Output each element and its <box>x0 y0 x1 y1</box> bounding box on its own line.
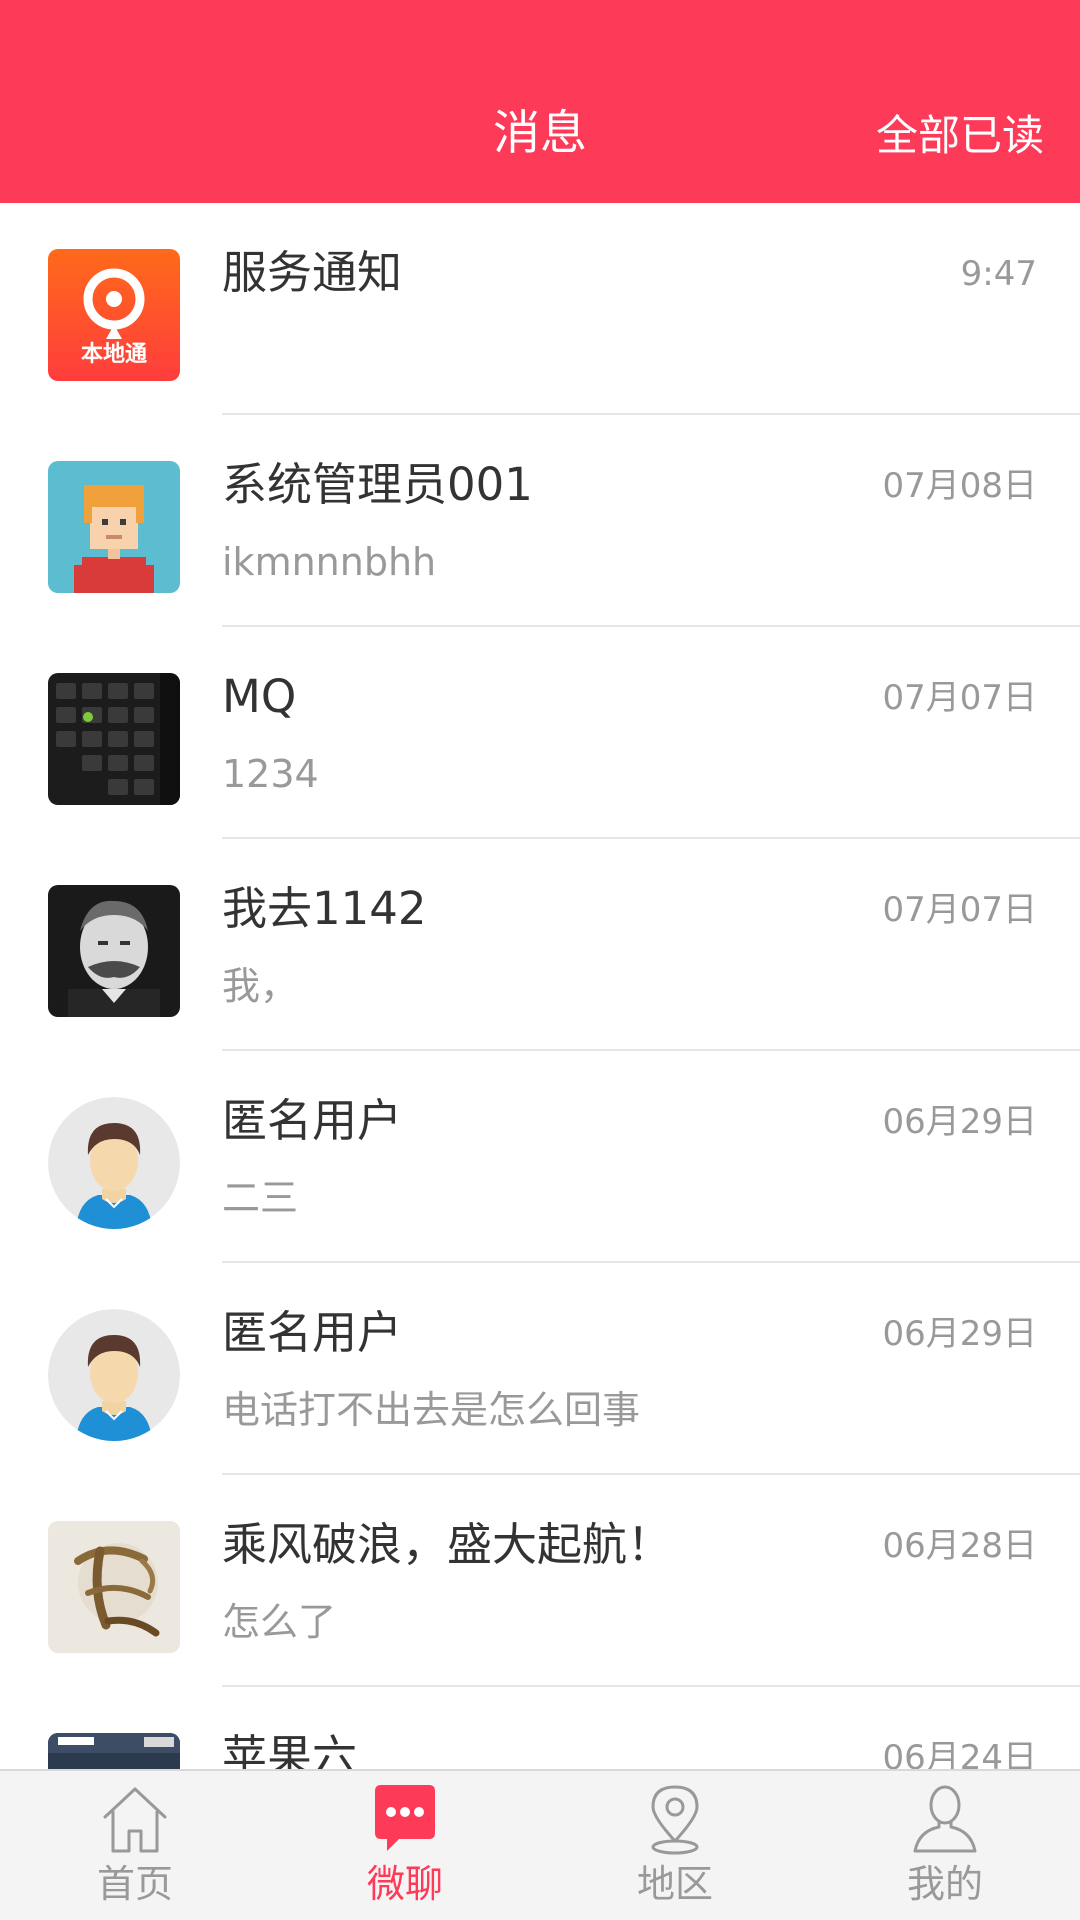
default-user-avatar <box>48 1097 180 1229</box>
tab-region[interactable]: 地区 <box>540 1771 810 1920</box>
conversation-item-calligraphy[interactable]: 乘风破浪，盛大起航！ 06月28日 怎么了 <box>0 1475 1080 1687</box>
conversation-time: 07月08日 <box>882 466 1037 506</box>
magazine-photo-avatar <box>48 1733 180 1769</box>
conversation-name: 我去1142 <box>222 882 427 935</box>
app-logo-avatar: 本地通 <box>48 249 180 381</box>
conversation-item-mq[interactable]: MQ 07月07日 1234 <box>0 627 1080 839</box>
chat-bubble-icon <box>369 1781 441 1857</box>
home-icon <box>99 1781 171 1857</box>
conversation-time: 07月07日 <box>882 678 1037 718</box>
conversation-time: 06月24日 <box>882 1738 1037 1769</box>
header-bar: 消息 全部已读 <box>0 0 1080 203</box>
conversation-preview: ikmnnnbhh <box>222 540 437 584</box>
conversation-time: 9:47 <box>960 254 1037 294</box>
conversation-list[interactable]: 本地通 服务通知 9:47 系统管理员001 07月08日 ikmnnnbhh … <box>0 203 1080 1769</box>
person-icon <box>909 1781 981 1857</box>
conversation-item-service-notice[interactable]: 本地通 服务通知 9:47 <box>0 203 1080 415</box>
keyboard-photo-avatar <box>48 673 180 805</box>
messages-screen: 消息 全部已读 本地通 服务通知 9:47 系统管理员001 07月08日 ik… <box>0 0 1080 1920</box>
conversation-preview: 怎么了 <box>222 1600 337 1644</box>
tab-home[interactable]: 首页 <box>0 1771 270 1920</box>
conversation-preview: 二三 <box>222 1176 299 1220</box>
conversation-preview: 我， <box>222 964 299 1008</box>
conversation-time: 06月29日 <box>882 1314 1037 1354</box>
conversation-time: 06月29日 <box>882 1102 1037 1142</box>
conversation-preview: 电话打不出去是怎么回事 <box>222 1388 641 1432</box>
portrait-photo-avatar <box>48 885 180 1017</box>
conversation-time: 07月07日 <box>882 890 1037 930</box>
conversation-item-apple-six[interactable]: 苹果六 06月24日 <box>0 1687 1080 1769</box>
conversation-item-anonymous[interactable]: 匿名用户 06月29日 二三 <box>0 1051 1080 1263</box>
conversation-name: 苹果六 <box>222 1730 358 1769</box>
app-logo-text: 本地通 <box>81 342 147 367</box>
conversation-name: 服务通知 <box>222 246 403 299</box>
bottom-tab-bar: 首页 微聊 地区 我的 <box>0 1769 1080 1920</box>
mark-all-read-button[interactable]: 全部已读 <box>876 106 1044 166</box>
tab-label: 我的 <box>906 1862 983 1906</box>
pixel-person-avatar <box>48 461 180 593</box>
conversation-item-admin[interactable]: 系统管理员001 07月08日 ikmnnnbhh <box>0 415 1080 627</box>
conversation-name: MQ <box>222 670 297 723</box>
default-user-avatar <box>48 1309 180 1441</box>
conversation-name: 乘风破浪，盛大起航！ <box>222 1518 673 1571</box>
conversation-name: 匿名用户 <box>222 1306 403 1359</box>
tab-label: 首页 <box>96 1862 173 1906</box>
conversation-item-anonymous[interactable]: 匿名用户 06月29日 电话打不出去是怎么回事 <box>0 1263 1080 1475</box>
location-pin-icon <box>639 1781 711 1857</box>
conversation-item-user-1142[interactable]: 我去1142 07月07日 我， <box>0 839 1080 1051</box>
conversation-preview: 1234 <box>222 752 319 796</box>
calligraphy-photo-avatar <box>48 1521 180 1653</box>
tab-mine[interactable]: 我的 <box>810 1771 1080 1920</box>
conversation-time: 06月28日 <box>882 1526 1037 1566</box>
conversation-name: 系统管理员001 <box>222 458 533 511</box>
tab-chat[interactable]: 微聊 <box>270 1771 540 1920</box>
tab-label: 地区 <box>636 1862 713 1906</box>
tab-label: 微聊 <box>366 1862 443 1906</box>
conversation-name: 匿名用户 <box>222 1094 403 1147</box>
